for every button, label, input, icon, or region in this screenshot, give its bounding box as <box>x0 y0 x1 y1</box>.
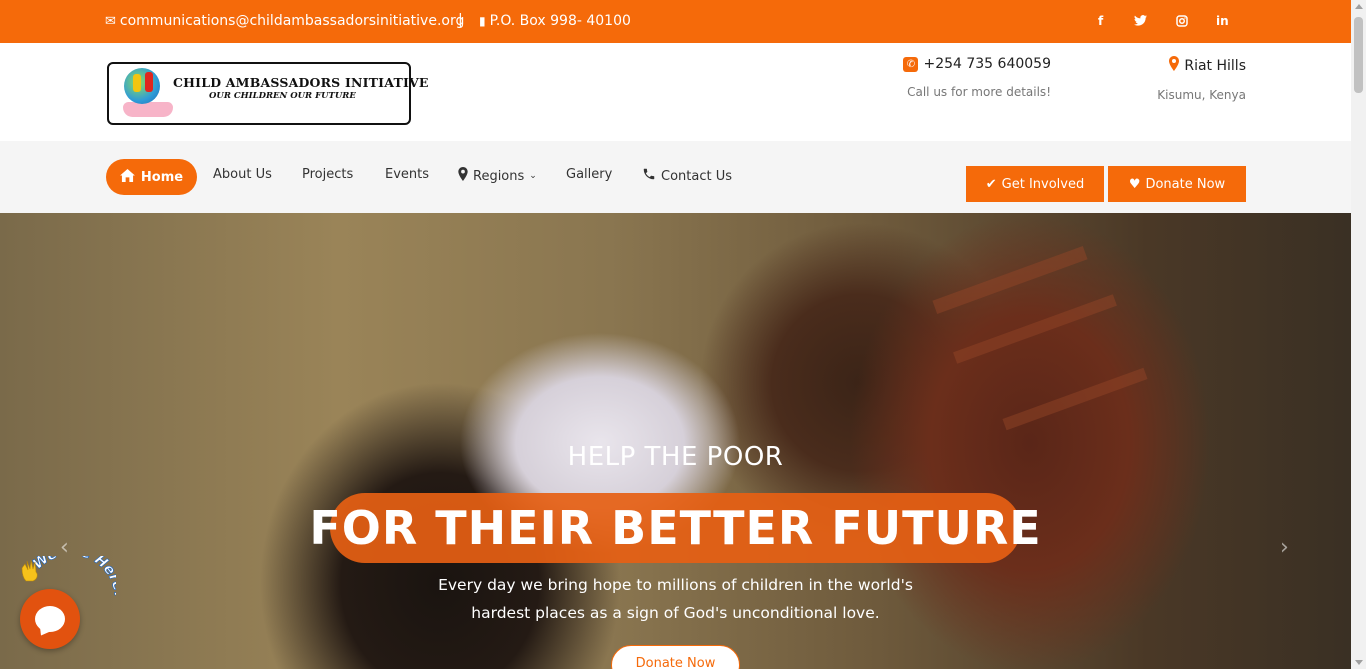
scrollbar-thumb[interactable] <box>1354 17 1363 93</box>
phone-contact: ✆ +254 735 640059 Call us for more detai… <box>903 56 1051 99</box>
logo-figure-red <box>145 72 153 92</box>
get-involved-label: Get Involved <box>1001 176 1085 192</box>
site-header: CHILD AMBASSADORS INITIATIVE OUR CHILDRE… <box>0 43 1351 141</box>
instagram-icon[interactable] <box>1176 15 1188 30</box>
logo-globe <box>124 68 160 104</box>
book-icon: ▮ <box>479 14 486 28</box>
phone-handset-icon <box>642 167 656 185</box>
main-nav: Home About Us Projects Events Regions ⌄ … <box>0 141 1351 213</box>
nav-projects-label: Projects <box>302 167 354 182</box>
hero-donate-button[interactable]: Donate Now <box>611 645 740 669</box>
scroll-up-arrow[interactable] <box>1355 4 1363 9</box>
nav-regions[interactable]: Regions ⌄ <box>458 167 537 185</box>
twitter-icon[interactable] <box>1134 15 1147 29</box>
email-text: communications@childambassadorsinitiativ… <box>119 13 465 29</box>
nav-about-us[interactable]: About Us <box>213 167 272 182</box>
linkedin-icon[interactable]: in <box>1216 14 1229 28</box>
nav-events[interactable]: Events <box>385 167 429 182</box>
nav-events-label: Events <box>385 167 430 182</box>
nav-contact-us[interactable]: Contact Us <box>642 167 732 185</box>
nav-projects[interactable]: Projects <box>302 167 353 182</box>
email-contact[interactable]: ✉ communications@childambassadorsinitiat… <box>105 13 464 29</box>
get-involved-button[interactable]: ✔ Get Involved <box>966 166 1104 202</box>
chat-bubble-icon <box>35 606 65 632</box>
donate-now-button[interactable]: ♥ Donate Now <box>1108 166 1246 202</box>
phone-number[interactable]: +254 735 640059 <box>923 56 1051 72</box>
hero-title: FOR THEIR BETTER FUTURE <box>309 501 1042 555</box>
site-logo[interactable]: CHILD AMBASSADORS INITIATIVE OUR CHILDRE… <box>107 62 428 125</box>
location-contact: Riat Hills Kisumu, Kenya <box>1157 56 1246 102</box>
envelope-icon: ✉ <box>105 13 116 29</box>
hero-slider: HELP THE POOR FOR THEIR BETTER FUTURE Ev… <box>0 213 1351 669</box>
nav-home-label: Home <box>140 169 184 185</box>
nav-regions-label: Regions <box>473 168 525 184</box>
hero-description-line: Every day we bring hope to millions of c… <box>438 576 913 594</box>
hero-image-detail <box>932 246 1088 314</box>
pobox-text: P.O. Box 998- 40100 <box>489 13 631 29</box>
map-marker-icon <box>458 167 468 185</box>
facebook-icon[interactable]: f <box>1098 14 1103 28</box>
nav-gallery[interactable]: Gallery <box>566 167 612 182</box>
nav-about-label: About Us <box>213 167 272 182</box>
hero-description: Every day we bring hope to millions of c… <box>0 571 1351 627</box>
hero-image-detail <box>953 294 1117 364</box>
home-icon <box>119 168 135 186</box>
top-bar: ✉ communications@childambassadorsinitiat… <box>0 0 1351 43</box>
phone-note: Call us for more details! <box>907 85 1051 99</box>
map-pin-icon <box>1169 56 1180 75</box>
nav-home[interactable]: Home <box>106 159 197 195</box>
logo-tagline: OUR CHILDREN OUR FUTURE <box>209 91 356 101</box>
hero-title-pill: FOR THEIR BETTER FUTURE <box>309 493 1041 563</box>
logo-hand-shape <box>123 102 173 117</box>
page-scrollbar[interactable] <box>1351 0 1366 669</box>
check-icon: ✔ <box>985 176 997 192</box>
waving-hand-icon <box>21 559 38 582</box>
phone-icon: ✆ <box>903 56 919 72</box>
hero-image-detail <box>1002 367 1148 431</box>
chevron-down-icon: ⌄ <box>529 171 537 181</box>
location-city: Kisumu, Kenya <box>1157 88 1246 102</box>
hero-subtitle: HELP THE POOR <box>567 442 784 472</box>
heart-icon: ♥ <box>1128 176 1141 192</box>
nav-contact-label: Contact Us <box>661 168 732 184</box>
slider-next-arrow[interactable]: › <box>1280 535 1289 560</box>
location-place: Riat Hills <box>1184 57 1246 74</box>
logo-figure-yellow <box>133 74 141 92</box>
po-box: ▮ P.O. Box 998- 40100 <box>479 13 631 29</box>
logo-name: CHILD AMBASSADORS INITIATIVE <box>173 75 429 90</box>
nav-gallery-label: Gallery <box>566 167 613 182</box>
donate-label: Donate Now <box>1145 176 1226 192</box>
topbar-separator: | <box>458 12 463 28</box>
scroll-down-arrow[interactable] <box>1355 660 1363 665</box>
hero-description-line: hardest places as a sign of God's uncond… <box>471 604 880 622</box>
chat-launcher-button[interactable] <box>20 589 80 649</box>
